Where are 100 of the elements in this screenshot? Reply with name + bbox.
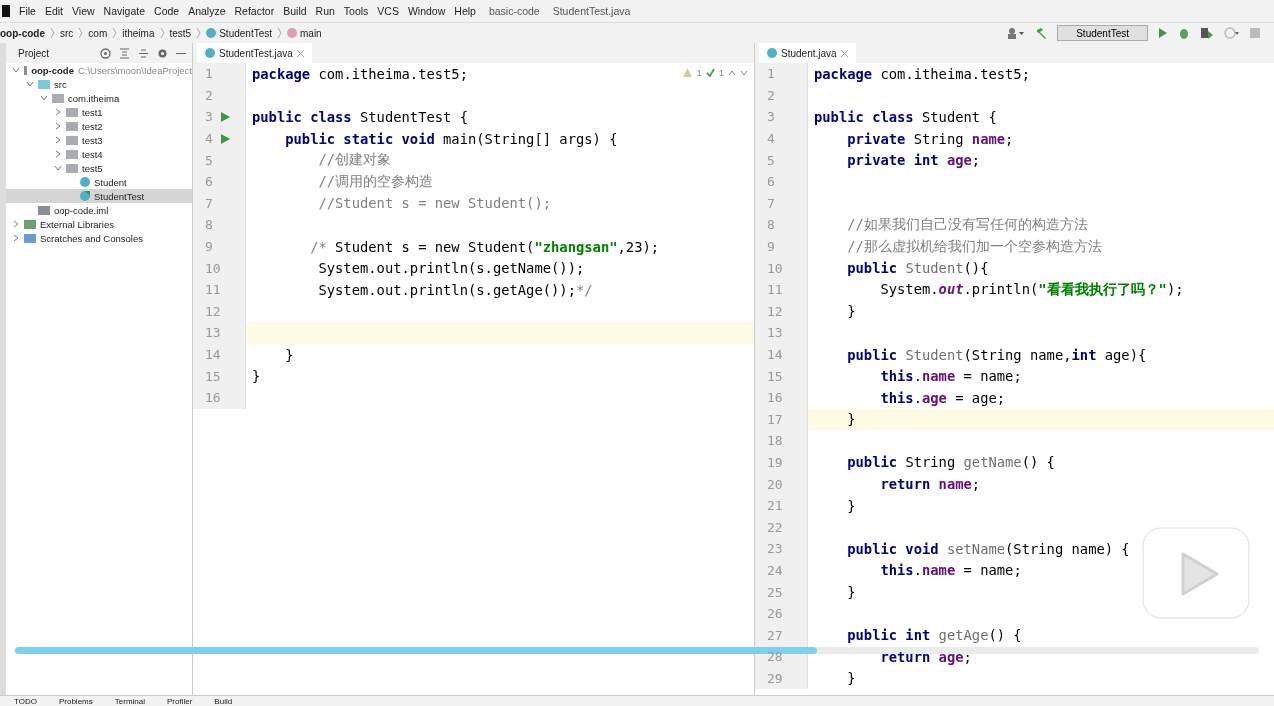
chevron-icon [50, 27, 55, 39]
hammer-icon[interactable] [1035, 27, 1048, 39]
menu-item[interactable]: Edit [44, 5, 63, 17]
run-icon[interactable] [221, 112, 230, 123]
tool-window-button[interactable]: Profiler [167, 696, 193, 706]
menu-item[interactable]: Window [407, 5, 446, 17]
code-line: } [252, 368, 261, 385]
up-icon[interactable] [728, 69, 736, 76]
folder-icon [24, 219, 36, 229]
tree-item[interactable]: test2 [6, 119, 192, 133]
tree-item[interactable]: External Libraries [6, 217, 192, 231]
menu-item[interactable]: Analyze [188, 5, 226, 17]
window-title: basic-code [488, 5, 540, 17]
line-number: 11 [204, 282, 221, 298]
menu-item[interactable]: View [72, 5, 95, 17]
tree-item[interactable]: test5 [6, 161, 192, 175]
menu-item[interactable]: Refactor [234, 5, 275, 17]
profiler-icon[interactable] [1224, 27, 1240, 39]
line-number: 28 [766, 649, 783, 665]
folder-icon [66, 107, 78, 117]
code-line: this.name = name; [879, 368, 1022, 385]
breadcrumb-item[interactable]: main [287, 27, 322, 39]
down-icon[interactable] [740, 69, 748, 76]
line-number: 4 [766, 131, 775, 147]
tool-window-button[interactable]: Build [214, 696, 233, 706]
line-number: 6 [766, 174, 775, 190]
code-line: } [846, 303, 856, 320]
chevron-icon [159, 27, 165, 39]
warning-count[interactable]: 1 [696, 67, 702, 78]
line-number: 29 [766, 670, 783, 686]
run-icon[interactable] [221, 133, 230, 144]
code-line: private int age; [846, 152, 981, 169]
tree-item[interactable]: oop-code C:\Users\moon\IdeaProject [6, 63, 192, 77]
breadcrumb-item[interactable]: src [60, 27, 74, 39]
line-number: 14 [204, 347, 221, 362]
coverage-icon[interactable] [1200, 27, 1214, 39]
line-number: 16 [204, 390, 221, 406]
user-icon[interactable] [1007, 27, 1026, 39]
tree-item[interactable]: test3 [6, 133, 192, 147]
line-number: 8 [766, 217, 775, 233]
tree-item[interactable]: oop-code.iml [6, 203, 192, 217]
menu-item[interactable]: Build [283, 5, 307, 17]
line-number: 5 [204, 152, 213, 168]
menu-item[interactable]: VCS [377, 5, 399, 17]
line-number: 21 [766, 498, 783, 514]
code-line: //Student s = new Student(); [317, 195, 552, 212]
app-logo-icon [2, 5, 10, 17]
close-icon[interactable] [840, 49, 848, 57]
tool-window-button[interactable]: Terminal [114, 696, 145, 706]
tree-item[interactable]: com.itheima [6, 91, 192, 105]
breadcrumb-item[interactable]: StudentTest [206, 27, 272, 39]
menu-item[interactable]: Code [154, 5, 180, 17]
breadcrumb-item[interactable]: itheima [122, 27, 155, 39]
editor-tab[interactable]: Student.java [759, 43, 856, 63]
line-number: 3 [204, 109, 213, 125]
line-number: 8 [204, 217, 213, 233]
line-number: 9 [766, 239, 775, 255]
settings-icon[interactable] [157, 47, 168, 59]
locate-icon[interactable] [100, 47, 111, 59]
run-configuration-dropdown[interactable]: StudentTest [1057, 25, 1148, 41]
line-number: 11 [766, 282, 783, 298]
chevron-icon [112, 27, 118, 39]
editor-tab[interactable]: StudentTest.java [197, 43, 312, 63]
tree-item[interactable]: Student [6, 175, 192, 189]
chevron-icon [78, 27, 84, 39]
debug-icon[interactable] [1178, 27, 1190, 39]
menu-item[interactable]: Navigate [103, 5, 146, 17]
tree-item[interactable]: src [6, 77, 192, 91]
close-icon[interactable] [296, 49, 304, 57]
run-icon[interactable] [1158, 27, 1168, 39]
menu-item[interactable]: Tools [343, 5, 369, 17]
expand-all-icon[interactable] [119, 47, 130, 59]
menu-item[interactable]: Run [315, 5, 335, 17]
collapse-all-icon[interactable] [138, 47, 149, 59]
tree-item[interactable]: StudentTest [6, 189, 192, 203]
breadcrumb-item[interactable]: oop-code [0, 27, 45, 39]
breadcrumb-item[interactable]: com [88, 27, 108, 39]
folder-icon [24, 65, 28, 75]
code-line: public class StudentTest { [252, 109, 468, 125]
tool-window-button[interactable]: TODO [14, 696, 37, 706]
code-line: //创建对象 [317, 151, 392, 170]
line-number: 19 [766, 455, 783, 470]
menu-item[interactable]: File [19, 5, 36, 17]
code-line: this.name = name; [879, 562, 1022, 579]
breadcrumb-item[interactable]: test5 [169, 27, 192, 39]
code-line: //如果我们自己没有写任何的构造方法 [846, 215, 1088, 234]
tree-item[interactable]: Scratches and Consoles [6, 231, 192, 245]
class-icon [80, 191, 90, 201]
code-line: } [846, 411, 856, 428]
tree-item[interactable]: test4 [6, 147, 192, 161]
code-line: public int getAge() { [846, 627, 1022, 644]
tool-window-button[interactable]: Problems [58, 696, 93, 706]
ok-count[interactable]: 1 [718, 67, 724, 78]
tree-item[interactable]: test1 [6, 105, 192, 119]
menu-item[interactable]: Help [454, 5, 476, 17]
project-view-selector[interactable]: Project [18, 47, 50, 59]
line-number: 3 [766, 109, 775, 125]
line-number: 12 [204, 303, 221, 319]
code-line: //那么虚拟机给我们加一个空参构造方法 [846, 237, 1102, 256]
code-line: private String name; [846, 130, 1014, 147]
